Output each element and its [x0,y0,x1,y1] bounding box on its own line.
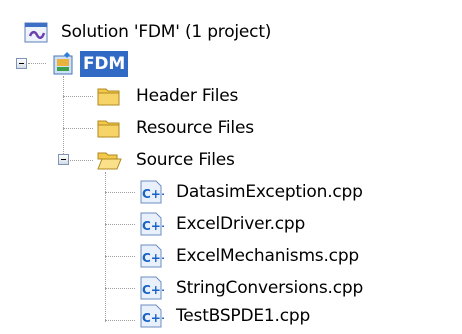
tree-node-resource-files[interactable]: Resource Files [0,112,462,144]
file-label: TestBSPDE1.cpp [176,306,311,326]
open-folder-icon [96,147,122,173]
cpp-file-icon: C++ [138,303,171,329]
file-label: StringConversions.cpp [176,278,364,298]
tree-node-file[interactable]: C++ ExcelMechanisms.cpp [0,240,462,272]
collapse-toggle[interactable] [16,58,27,69]
folder-icon [96,83,122,109]
collapse-toggle[interactable] [58,154,69,165]
svg-text:C++: C++ [142,251,164,265]
cpp-file-icon: C++ [138,179,171,205]
tree-node-header-files[interactable]: Header Files [0,80,462,112]
folder-label: Header Files [136,86,239,106]
folder-icon [96,115,122,141]
tree-node-file[interactable]: C++ ExcelDriver.cpp [0,208,462,240]
solution-explorer-tree: Solution 'FDM' (1 project) FDM Header Fi… [0,0,462,332]
cpp-file-icon: C++ [138,211,171,237]
svg-text:C++: C++ [142,283,164,297]
folder-label: Resource Files [136,118,254,138]
tree-node-source-files[interactable]: Source Files [0,144,462,176]
file-label: ExcelDriver.cpp [176,214,306,234]
cpp-file-icon: C++ [138,275,171,301]
file-label: DatasimException.cpp [176,182,363,202]
tree-node-solution[interactable]: Solution 'FDM' (1 project) [0,16,462,48]
cpp-file-icon: C++ [138,243,171,269]
solution-label: Solution 'FDM' (1 project) [61,22,272,42]
svg-text:C++: C++ [142,311,164,325]
tree-node-project[interactable]: FDM [0,48,462,80]
tree-node-file[interactable]: C++ TestBSPDE1.cpp [0,300,462,332]
svg-text:C++: C++ [142,219,164,233]
folder-label: Source Files [136,150,235,170]
project-label: FDM [80,51,129,77]
solution-icon [24,19,50,45]
file-label: ExcelMechanisms.cpp [176,246,360,266]
svg-text:C++: C++ [142,187,164,201]
tree-node-file[interactable]: C++ DatasimException.cpp [0,176,462,208]
tree-connector [28,63,46,64]
cpp-project-icon [51,51,77,77]
